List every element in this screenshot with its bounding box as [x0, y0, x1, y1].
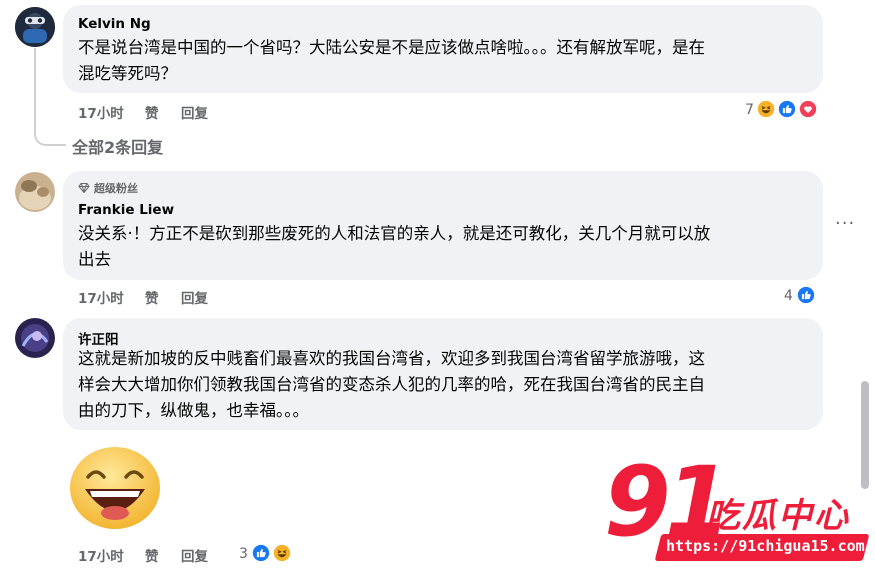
badge-label: 超级粉丝	[94, 182, 138, 195]
comment-text-line: 这就是新加坡的反中贱畜们最喜欢的我国台湾省，欢迎多到我国台湾省留学旅游哦，这	[78, 349, 705, 368]
watermark-logo: 91 吃瓜中心 https://91chigua15.com	[604, 454, 870, 566]
avatar-image	[15, 7, 55, 47]
like-icon[interactable]	[776, 98, 798, 120]
like-button[interactable]: 赞	[145, 287, 159, 307]
comment-text-line: 出去	[78, 250, 111, 269]
haha-icon[interactable]	[271, 542, 293, 564]
avatar-image	[15, 172, 55, 212]
comment-timestamp[interactable]: 17小时	[78, 287, 124, 307]
reply-button[interactable]: 回复	[181, 545, 208, 565]
top-fan-badge: 超级粉丝	[78, 180, 138, 196]
avatar[interactable]	[15, 172, 55, 212]
haha-icon[interactable]	[755, 98, 777, 120]
reply-button[interactable]: 回复	[181, 102, 208, 122]
reaction-count[interactable]: 3	[239, 546, 248, 562]
avatar[interactable]	[15, 318, 55, 358]
reaction-count[interactable]: 7	[745, 102, 754, 118]
reply-button[interactable]: 回复	[181, 287, 208, 307]
avatar[interactable]	[15, 7, 55, 47]
like-icon[interactable]	[250, 542, 272, 564]
comment-text-line: 由的刀下，纵做鬼，也幸福。。。	[78, 401, 309, 420]
love-icon[interactable]	[797, 98, 819, 120]
like-button[interactable]: 赞	[145, 545, 159, 565]
more-options-button[interactable]: ···	[835, 213, 855, 234]
view-all-replies-link[interactable]: 全部2条回复	[72, 134, 163, 158]
laughing-face-sticker[interactable]	[68, 445, 162, 531]
watermark-url: https://91chigua15.com	[666, 537, 865, 555]
comment-timestamp[interactable]: 17小时	[78, 102, 124, 122]
watermark-text: 吃瓜中心	[706, 496, 850, 536]
comment-text-line: 不是说台湾是中国的一个省吗？大陆公安是不是应该做点啥啦。。。还有解放军呢，是在	[78, 38, 705, 57]
comment-author[interactable]: Kelvin Ng	[78, 16, 151, 32]
thread-connector-line	[34, 48, 66, 146]
reaction-count[interactable]: 4	[784, 288, 793, 304]
diamond-icon	[78, 183, 90, 194]
comment-text-line: 样会大大增加你们领教我国台湾省的变态杀人犯的几率的哈，死在我国台湾省的民主自	[78, 375, 705, 394]
comment-text-line: 没关系·！方正不是砍到那些废死的人和法官的亲人，就是还可教化，关几个月就可以放	[78, 224, 711, 243]
like-button[interactable]: 赞	[145, 102, 159, 122]
comment-timestamp[interactable]: 17小时	[78, 545, 124, 565]
avatar-image	[15, 318, 55, 358]
comment-text-line: 混吃等死吗？	[78, 64, 177, 83]
like-icon[interactable]	[795, 284, 817, 306]
comment-author[interactable]: Frankie Liew	[78, 202, 174, 218]
